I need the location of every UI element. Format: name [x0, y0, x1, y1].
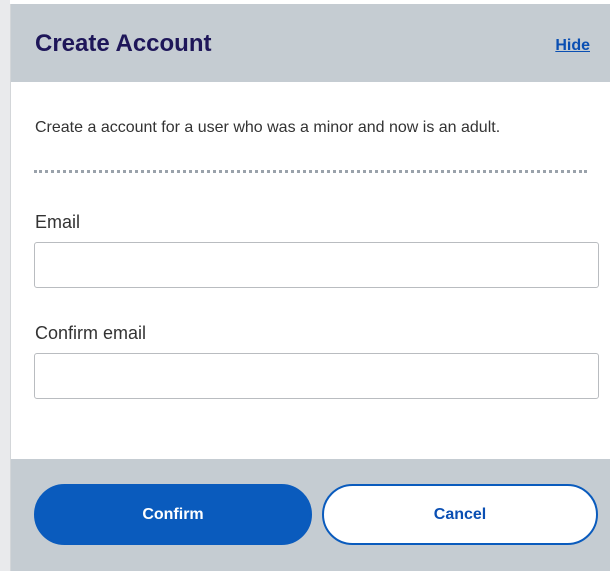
- dotted-divider: [34, 170, 587, 173]
- create-account-dialog: Create Account Hide Create a account for…: [10, 4, 610, 571]
- hide-link[interactable]: Hide: [555, 37, 590, 55]
- cancel-button[interactable]: Cancel: [322, 484, 598, 545]
- dialog-description: Create a account for a user who was a mi…: [35, 119, 501, 136]
- email-field[interactable]: [34, 242, 599, 288]
- confirm-button[interactable]: Confirm: [34, 484, 312, 545]
- dialog-header: Create Account Hide: [11, 4, 610, 82]
- email-label: Email: [35, 212, 81, 232]
- confirm-email-label: Confirm email: [35, 323, 147, 343]
- dialog-title: Create Account: [35, 30, 212, 57]
- dialog-footer: Confirm Cancel: [11, 459, 610, 571]
- confirm-email-field[interactable]: [34, 353, 599, 399]
- page-background: [0, 0, 10, 571]
